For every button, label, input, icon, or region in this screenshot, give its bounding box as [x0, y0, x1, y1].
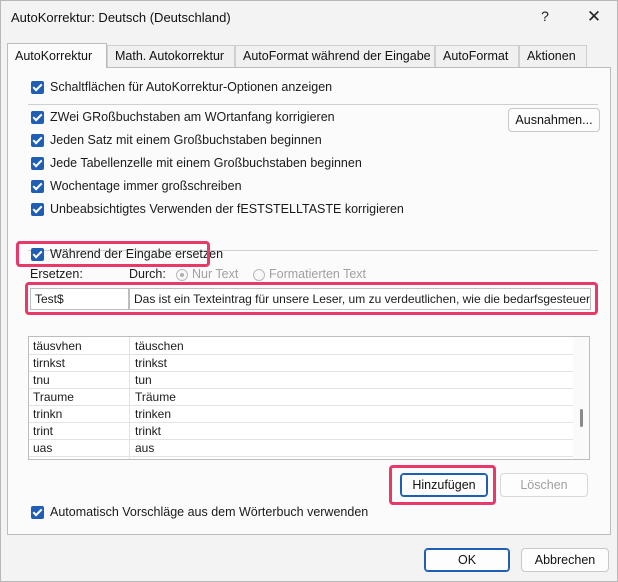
list-item[interactable]: trint trinkt	[29, 422, 573, 439]
close-icon[interactable]: ✕	[585, 7, 603, 27]
entry-from: trint	[33, 424, 54, 438]
list-item[interactable]: täusvhen täuschen	[29, 337, 573, 354]
entry-from: trinkn	[33, 407, 63, 421]
autocorrect-panel: Schaltflächen für AutoKorrektur-Optionen…	[7, 67, 611, 535]
title-bar: AutoKorrektur: Deutsch (Deutschland) ? ✕	[1, 1, 617, 35]
radio-formatted-text[interactable]	[253, 269, 265, 281]
checkbox-checked-icon[interactable]	[31, 248, 44, 261]
entry-to: täuschen	[135, 339, 184, 353]
replace-label: Ersetzen:	[30, 267, 83, 281]
list-item[interactable]: uas aus	[29, 439, 573, 456]
entry-from: tnu	[33, 373, 50, 387]
checkbox-checked-icon[interactable]	[31, 134, 44, 147]
option-label: Automatisch Vorschläge aus dem Wörterbuc…	[50, 505, 369, 519]
help-icon[interactable]: ?	[537, 8, 553, 26]
scrollbar-thumb[interactable]	[580, 409, 583, 427]
entry-from: täusvhen	[33, 339, 82, 353]
formatted-text-label: Formatierten Text	[269, 267, 367, 281]
list-item[interactable]: tirnkst trinkst	[29, 354, 573, 371]
ok-button[interactable]: OK	[424, 548, 510, 572]
list-item[interactable]: Traume Träume	[29, 388, 573, 405]
checkbox-checked-icon[interactable]	[31, 203, 44, 216]
with-label: Durch:	[129, 267, 166, 281]
autocorrect-dialog: AutoKorrektur: Deutsch (Deutschland) ? ✕…	[0, 0, 618, 582]
list-item[interactable]: trinkn trinken	[29, 405, 573, 422]
window-title: AutoKorrektur: Deutsch (Deutschland)	[11, 10, 231, 25]
list-scrollbar[interactable]	[573, 337, 589, 459]
entry-from: tirnkst	[33, 356, 66, 370]
exceptions-button[interactable]: Ausnahmen...	[508, 108, 600, 132]
tab-aktionen[interactable]: Aktionen	[519, 45, 587, 67]
radio-plain-text[interactable]	[176, 269, 188, 281]
entry-to: Träume	[135, 390, 176, 404]
list-item[interactable]: tnu tun	[29, 371, 573, 388]
cancel-button[interactable]: Abbrechen	[521, 548, 609, 572]
entry-from: Traume	[33, 390, 74, 404]
checkbox-checked-icon[interactable]	[31, 81, 44, 94]
row-divider	[29, 456, 573, 457]
checkbox-checked-icon[interactable]	[31, 111, 44, 124]
option-label: Während der Eingabe ersetzen	[50, 247, 224, 261]
checkbox-checked-icon[interactable]	[31, 180, 44, 193]
divider	[28, 104, 598, 105]
option-label: Unbeabsichtigtes Verwenden der fESTSTELL…	[50, 202, 404, 216]
entry-to: aus	[135, 441, 155, 455]
option-label: ZWei GRoßbuchstaben am WOrtanfang korrig…	[50, 110, 335, 124]
checkbox-checked-icon[interactable]	[31, 157, 44, 170]
entry-to: trinkst	[135, 356, 168, 370]
tab-autokorrektur[interactable]: AutoKorrektur	[7, 43, 107, 68]
add-button[interactable]: Hinzufügen	[400, 473, 488, 497]
delete-button[interactable]: Löschen	[500, 473, 588, 497]
option-label: Jede Tabellenzelle mit einem Großbuchsta…	[50, 156, 362, 170]
option-label: Wochentage immer großschreiben	[50, 179, 242, 193]
entry-from: uas	[33, 441, 53, 455]
tab-math-autokorrektur[interactable]: Math. Autokorrektur	[107, 45, 235, 67]
entry-to: tun	[135, 373, 152, 387]
plain-text-label: Nur Text	[192, 267, 239, 281]
tab-autoformat[interactable]: AutoFormat	[435, 45, 519, 67]
entries-list[interactable]: täusvhen täuschen tirnkst trinkst tnu tu…	[28, 336, 590, 460]
tab-autoformat-eingabe[interactable]: AutoFormat während der Eingabe	[235, 45, 435, 67]
option-label: Schaltflächen für AutoKorrektur-Optionen…	[50, 80, 333, 94]
option-label: Jeden Satz mit einem Großbuchstaben begi…	[50, 133, 322, 147]
replace-input[interactable]: Test$	[30, 288, 129, 310]
entry-to: trinken	[135, 407, 172, 421]
with-input[interactable]: Das ist ein Texteintrag für unsere Leser…	[129, 288, 591, 310]
checkbox-checked-icon[interactable]	[31, 506, 44, 519]
entry-to: trinkt	[135, 424, 162, 438]
